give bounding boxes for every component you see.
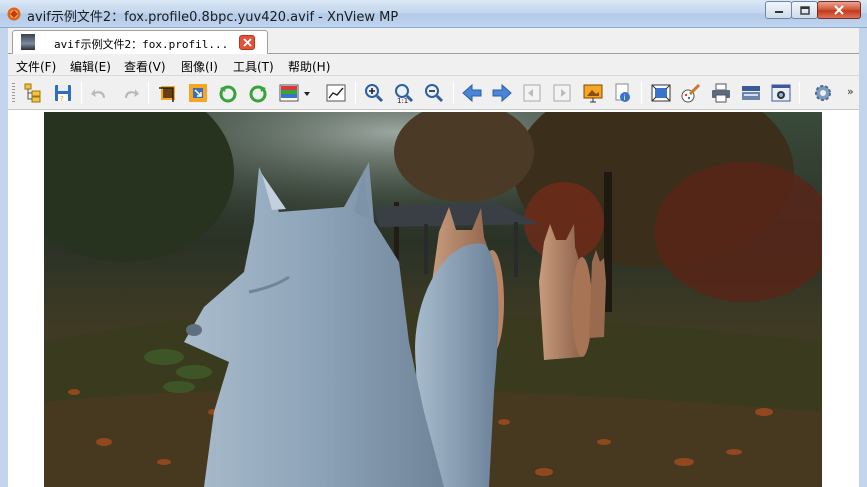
zoom-out-icon (425, 84, 444, 103)
window-frame-left (0, 28, 8, 487)
crop-icon (159, 86, 175, 102)
fit-screen-button[interactable] (649, 82, 673, 104)
toolbar-separator (81, 82, 82, 104)
menu-help[interactable]: 帮助(H) (288, 58, 330, 75)
title-bar[interactable]: avif示例文件2：fox.profile0.8bpc.yuv420.avif … (0, 0, 867, 28)
fox-statues-photo (44, 112, 822, 487)
edit-paint-icon (681, 83, 701, 103)
previous-button[interactable] (460, 82, 484, 104)
window-title: avif示例文件2：fox.profile0.8bpc.yuv420.avif … (27, 10, 399, 25)
levels-icon (326, 84, 346, 102)
print-button[interactable] (709, 82, 733, 104)
zoom-in-button[interactable] (362, 82, 386, 104)
svg-text:i: i (624, 94, 626, 102)
tab-label: avif示例文件2：fox.profil... (54, 38, 229, 51)
dropdown-arrow-icon (304, 92, 310, 96)
close-window-button[interactable] (817, 1, 861, 19)
adjust-dropdown-button[interactable] (301, 82, 313, 104)
undo-icon (91, 89, 105, 98)
first-page-icon (523, 84, 541, 102)
xnview-app-icon[interactable] (7, 7, 21, 21)
undo-button[interactable] (88, 82, 112, 104)
save-button[interactable]: ? (51, 82, 75, 104)
redo-button[interactable] (118, 82, 142, 104)
toolbar-separator (355, 82, 356, 104)
rotate-left-icon (219, 85, 237, 103)
next-button[interactable] (490, 82, 514, 104)
last-page-icon (553, 84, 571, 102)
close-icon (242, 38, 252, 47)
zoom-actual-button[interactable]: 1:1 (392, 82, 416, 104)
tab-bar: avif示例文件2：fox.profil... (8, 28, 859, 54)
close-icon (834, 5, 844, 15)
next-icon (492, 83, 512, 103)
toolbar-separator (148, 82, 149, 104)
rotate-right-button[interactable] (246, 82, 270, 104)
levels-button[interactable] (324, 82, 348, 104)
adjust-colors-button[interactable] (277, 82, 301, 104)
svg-text:1:1: 1:1 (397, 97, 408, 104)
rotate-right-icon (249, 85, 267, 103)
menu-view[interactable]: 查看(V) (124, 58, 166, 75)
previous-icon (462, 83, 482, 103)
svg-text:?: ? (60, 95, 64, 103)
tab-thumbnail-icon (21, 34, 35, 50)
fit-screen-icon (651, 84, 671, 102)
photo-illustration (44, 112, 822, 487)
maximize-icon (799, 5, 810, 15)
capture-icon (771, 84, 791, 102)
image-viewer[interactable] (8, 110, 859, 487)
zoom-in-icon (365, 84, 384, 103)
settings-button[interactable] (811, 82, 835, 104)
print-icon (712, 83, 730, 103)
redo-icon (125, 89, 139, 98)
toolbar-separator (641, 82, 642, 104)
zoom-actual-icon: 1:1 (395, 84, 414, 104)
adjust-colors-icon (279, 84, 299, 102)
zoom-out-button[interactable] (422, 82, 446, 104)
tab-image[interactable]: avif示例文件2：fox.profil... (12, 30, 268, 54)
properties-icon: i (615, 83, 630, 102)
menu-tools[interactable]: 工具(T) (233, 58, 274, 75)
window-frame-right (859, 28, 867, 487)
tab-close-button[interactable] (239, 35, 255, 50)
first-page-button[interactable] (520, 82, 544, 104)
save-icon: ? (55, 85, 71, 103)
maximize-button[interactable] (791, 1, 818, 19)
minimize-icon (774, 11, 783, 13)
browser-icon (24, 83, 41, 103)
slideshow-button[interactable] (581, 82, 605, 104)
toolbar-separator (453, 82, 454, 104)
scanner-button[interactable] (739, 82, 763, 104)
properties-button[interactable]: i (611, 82, 635, 104)
capture-button[interactable] (769, 82, 793, 104)
browser-button[interactable] (21, 82, 45, 104)
edit-paint-button[interactable] (679, 82, 703, 104)
crop-button[interactable] (156, 82, 180, 104)
menu-image[interactable]: 图像(I) (181, 58, 218, 75)
menu-edit[interactable]: 编辑(E) (70, 58, 111, 75)
settings-icon (815, 85, 831, 101)
toolbar-grip[interactable] (12, 83, 15, 103)
rotate-left-button[interactable] (216, 82, 240, 104)
resize-icon (189, 84, 207, 102)
toolbar-separator (799, 82, 800, 104)
minimize-button[interactable] (765, 1, 792, 19)
scanner-icon (742, 86, 760, 100)
toolbar: ? 1:1 i » (8, 76, 859, 110)
resize-button[interactable] (186, 82, 210, 104)
menu-bar: 文件(F) 编辑(E) 查看(V) 图像(I) 工具(T) 帮助(H) (8, 54, 859, 76)
last-page-button[interactable] (550, 82, 574, 104)
toolbar-overflow-button[interactable]: » (847, 85, 854, 98)
menu-file[interactable]: 文件(F) (16, 58, 56, 75)
slideshow-icon (583, 84, 603, 103)
